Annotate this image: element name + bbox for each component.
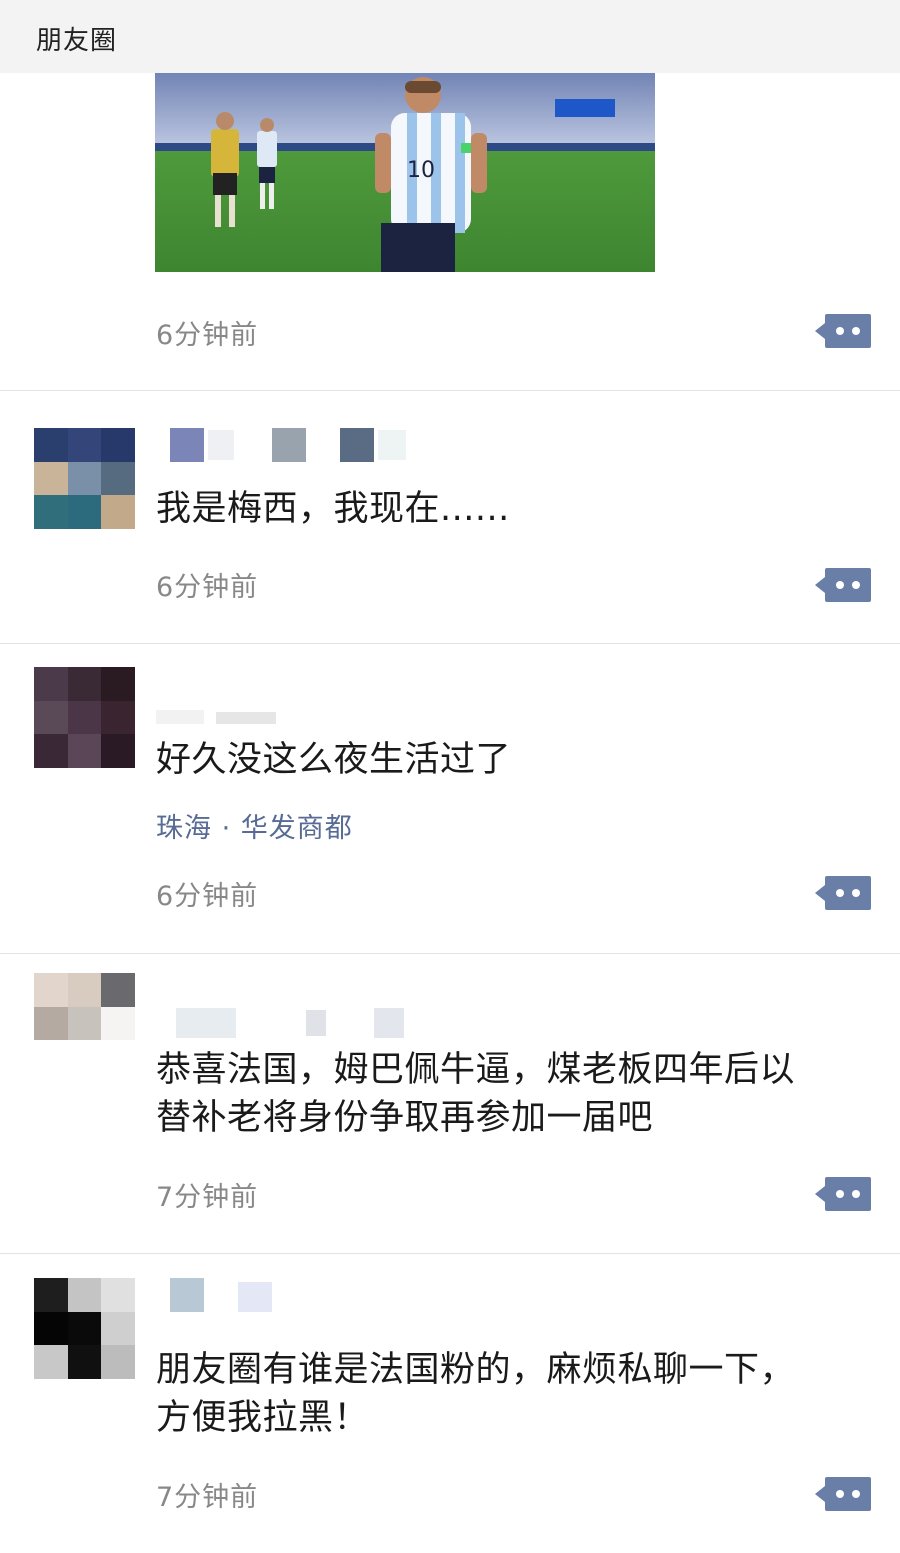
page-title: 朋友圈 — [36, 26, 118, 56]
post-content-line: 恭喜法国，姆巴佩牛逼，煤老板四年后以 — [156, 1050, 796, 1090]
post-time: 6分钟前 — [156, 881, 259, 912]
moment-post[interactable]: 朋友圈有谁是法国粉的，麻烦私聊一下， 方便我拉黑！ 7分钟前 — [0, 1254, 900, 1553]
more-dots-icon[interactable] — [815, 313, 871, 349]
post-content: 我是梅西，我现在...... — [156, 489, 510, 529]
moments-page: 朋友圈 10 6分钟前 我是梅西，我现在...... 6分钟前 好久没这么夜生活… — [0, 0, 900, 1553]
author-name-blurred[interactable] — [156, 1278, 456, 1318]
post-time: 6分钟前 — [156, 320, 259, 351]
top-bar: 朋友圈 — [0, 0, 900, 73]
moment-post[interactable]: 10 6分钟前 — [0, 73, 900, 391]
post-time: 7分钟前 — [156, 1482, 259, 1513]
post-content: 朋友圈有谁是法国粉的，麻烦私聊一下， 方便我拉黑！ — [156, 1346, 876, 1442]
post-time: 6分钟前 — [156, 572, 259, 603]
football-photo-image: 10 — [155, 73, 655, 272]
post-location[interactable]: 珠海 · 华发商都 — [156, 806, 353, 845]
author-name-blurred[interactable] — [156, 428, 456, 468]
avatar[interactable] — [34, 1278, 135, 1379]
avatar[interactable] — [34, 973, 135, 1074]
moment-post[interactable]: 好久没这么夜生活过了 珠海 · 华发商都 6分钟前 — [0, 644, 900, 954]
avatar[interactable] — [34, 428, 135, 529]
jersey-number: 10 — [407, 158, 435, 183]
more-dots-icon[interactable] — [815, 1476, 871, 1512]
post-content: 好久没这么夜生活过了 — [156, 740, 512, 780]
post-content-line: 方便我拉黑！ — [156, 1398, 370, 1438]
post-time: 7分钟前 — [156, 1182, 259, 1213]
post-content: 恭喜法国，姆巴佩牛逼，煤老板四年后以 替补老将身份争取再参加一届吧 — [156, 1046, 876, 1142]
avatar[interactable] — [34, 667, 135, 768]
more-dots-icon[interactable] — [815, 567, 871, 603]
more-dots-icon[interactable] — [815, 875, 871, 911]
author-name-blurred[interactable] — [156, 1004, 456, 1044]
author-name-blurred[interactable] — [156, 692, 456, 732]
more-dots-icon[interactable] — [815, 1176, 871, 1212]
moment-post[interactable]: 我是梅西，我现在...... 6分钟前 — [0, 391, 900, 644]
moment-post[interactable]: 恭喜法国，姆巴佩牛逼，煤老板四年后以 替补老将身份争取再参加一届吧 7分钟前 — [0, 954, 900, 1254]
post-content-line: 朋友圈有谁是法国粉的，麻烦私聊一下， — [156, 1350, 796, 1390]
post-photo[interactable]: 10 — [155, 73, 655, 272]
post-content-line: 替补老将身份争取再参加一届吧 — [156, 1098, 654, 1138]
